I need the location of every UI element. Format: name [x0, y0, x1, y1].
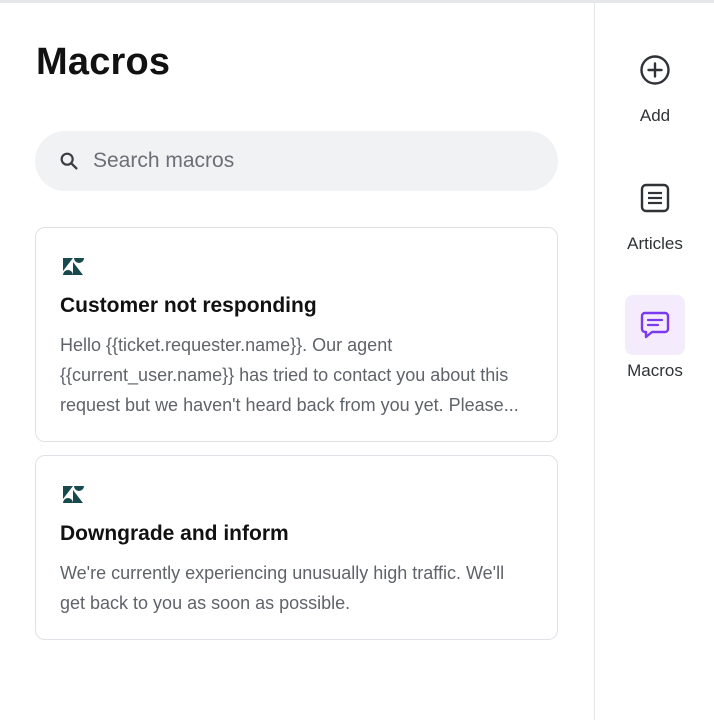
article-icon	[625, 168, 685, 228]
macros-panel: Macros Customer not responding Hello {{t…	[0, 3, 595, 720]
sidebar-item-macros[interactable]: Macros	[595, 295, 714, 381]
zendesk-logo-icon	[62, 482, 86, 506]
search-bar[interactable]	[35, 131, 558, 191]
zendesk-logo-icon	[62, 254, 86, 278]
sidebar-item-add[interactable]: Add	[595, 40, 714, 126]
sidebar-item-articles[interactable]: Articles	[595, 168, 714, 254]
macro-body: We're currently experiencing unusually h…	[60, 563, 505, 613]
chat-message-icon	[625, 295, 685, 355]
macro-card[interactable]: Customer not responding Hello {{ticket.r…	[35, 227, 558, 442]
right-sidebar: Add Articles Macros	[594, 3, 714, 720]
macro-title: Customer not responding	[60, 294, 317, 317]
macro-body: Hello {{ticket.requester.name}}. Our age…	[60, 335, 519, 415]
plus-circle-icon	[625, 40, 685, 100]
search-icon	[57, 149, 81, 173]
sidebar-item-label: Add	[639, 106, 671, 125]
macro-card[interactable]: Downgrade and inform We're currently exp…	[35, 455, 558, 640]
sidebar-item-label: Macros	[627, 361, 683, 380]
sidebar-item-label: Articles	[627, 234, 683, 253]
macro-title: Downgrade and inform	[60, 522, 289, 545]
page-title: Macros	[36, 41, 171, 83]
search-input[interactable]	[93, 149, 513, 173]
